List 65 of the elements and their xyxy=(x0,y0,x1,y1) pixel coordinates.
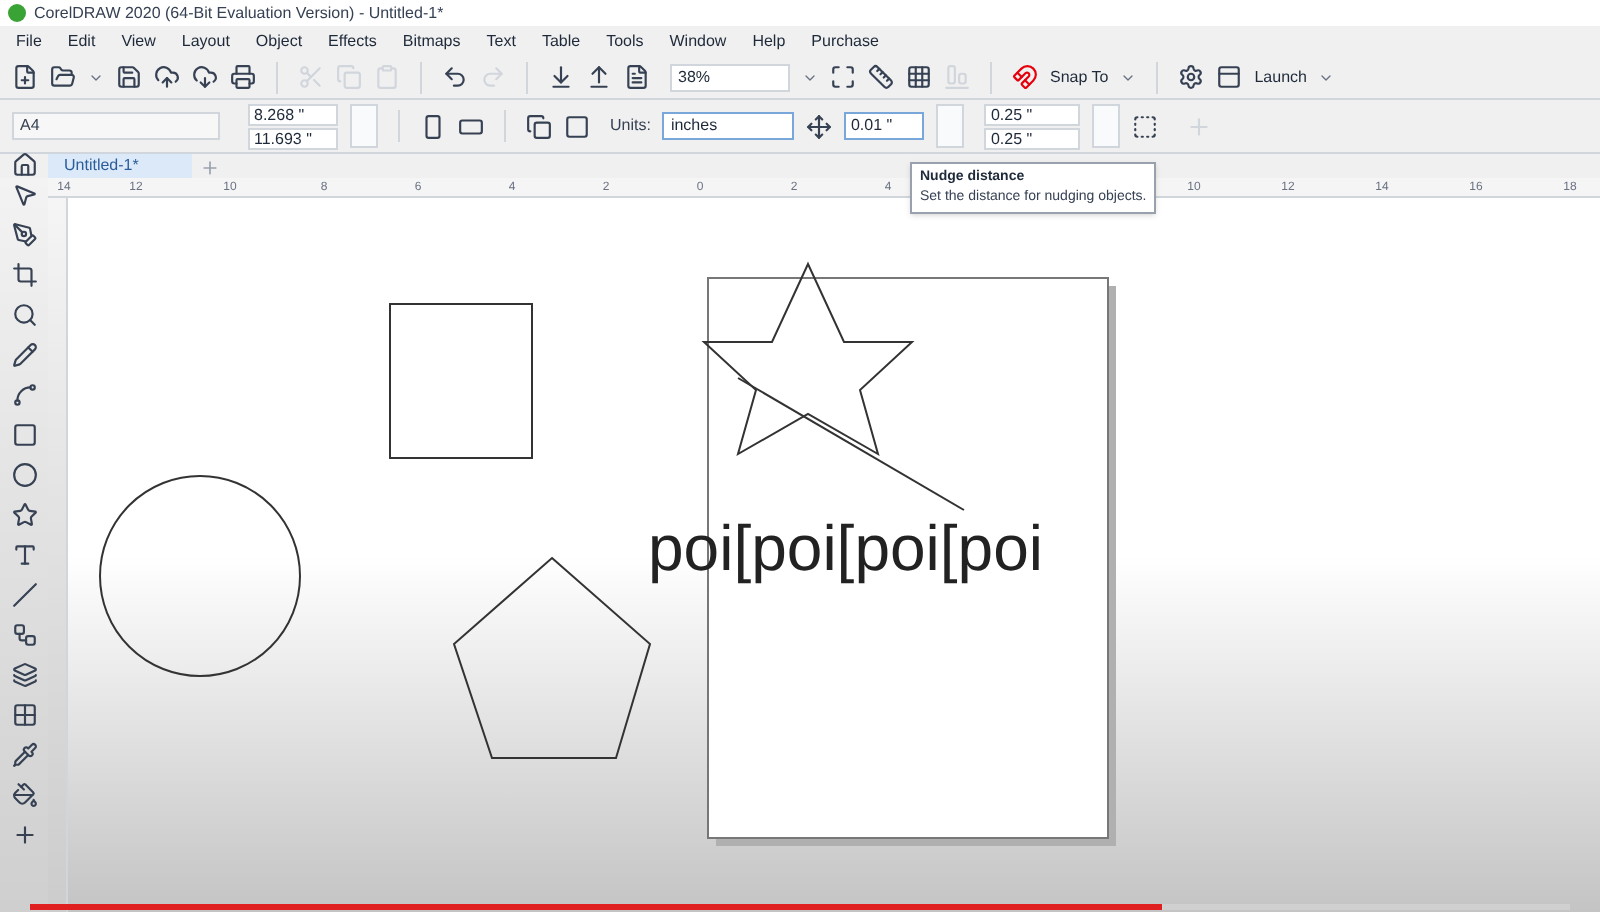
crop-icon[interactable] xyxy=(11,262,37,288)
open-folder-icon[interactable] xyxy=(50,64,76,90)
new-document-icon[interactable] xyxy=(12,64,38,90)
launch-icon[interactable] xyxy=(1216,64,1243,90)
menu-item[interactable]: Table xyxy=(541,29,581,53)
undo-icon[interactable] xyxy=(442,64,468,90)
launch-button[interactable]: Launch xyxy=(1254,65,1307,89)
text-icon[interactable] xyxy=(11,542,37,568)
landscape-icon[interactable] xyxy=(458,113,484,139)
add-icon[interactable] xyxy=(11,822,37,848)
menu-item[interactable]: Layout xyxy=(181,29,230,53)
rectangle-icon[interactable] xyxy=(11,422,37,448)
save-icon[interactable] xyxy=(116,64,142,90)
snap-icon[interactable] xyxy=(1012,64,1038,90)
star-icon[interactable] xyxy=(11,502,37,528)
height-field[interactable]: 11.693 " xyxy=(248,127,338,149)
nudge-field[interactable]: 0.01 " xyxy=(844,112,925,140)
menu-item[interactable]: Object xyxy=(255,29,303,53)
menu-item[interactable]: Effects xyxy=(328,29,377,53)
menu-item[interactable]: Tools xyxy=(606,29,644,53)
import-icon[interactable] xyxy=(548,64,574,90)
pointer-icon[interactable] xyxy=(11,182,37,208)
menu-item[interactable]: Edit xyxy=(67,29,96,53)
menu-item[interactable]: Bitmaps xyxy=(402,29,461,53)
menu-item[interactable]: Help xyxy=(752,29,786,53)
full-screen-icon[interactable] xyxy=(830,64,856,90)
menu-item[interactable]: Text xyxy=(486,29,516,53)
pdf-icon[interactable] xyxy=(624,64,650,90)
snap-to-button[interactable]: Snap To xyxy=(1050,65,1109,89)
home-icon[interactable] xyxy=(11,152,37,178)
ellipse-icon[interactable] xyxy=(11,462,37,488)
eyedropper-icon[interactable] xyxy=(11,742,37,768)
zoom-field[interactable]: 38% xyxy=(670,63,790,91)
page-border-icon[interactable] xyxy=(1132,113,1159,139)
page-size-dropdown[interactable]: A4 xyxy=(12,112,220,140)
nudge-icon[interactable] xyxy=(806,113,833,139)
width-field[interactable]: 8.268 " xyxy=(248,103,338,125)
shape-edit-icon[interactable] xyxy=(11,222,37,248)
freehand-icon[interactable] xyxy=(11,342,37,368)
zoom-icon[interactable] xyxy=(11,302,37,328)
menu-item[interactable]: Purchase xyxy=(811,29,879,53)
units-label: Units: xyxy=(610,114,651,138)
fill-icon[interactable] xyxy=(11,782,37,808)
window-title: CorelDRAW 2020 (64-Bit Evaluation Version) - Untitled-1* xyxy=(34,1,444,25)
menu-item[interactable]: Window xyxy=(669,29,727,53)
units-dropdown[interactable]: inches xyxy=(662,112,795,140)
app-logo-icon xyxy=(8,4,26,22)
menu-item[interactable]: File xyxy=(16,29,42,53)
checker-icon[interactable] xyxy=(11,702,37,728)
curve-icon[interactable] xyxy=(11,382,37,408)
duplicate-y-field[interactable]: 0.25 " xyxy=(984,127,1081,149)
line-icon[interactable] xyxy=(11,582,37,608)
document-tab[interactable]: Untitled-1* xyxy=(48,154,192,178)
portrait-icon[interactable] xyxy=(420,113,446,139)
connector-icon[interactable] xyxy=(11,622,37,648)
settings-icon[interactable] xyxy=(1178,64,1205,90)
duplicate-x-field[interactable]: 0.25 " xyxy=(984,103,1081,125)
cloud-download-icon[interactable] xyxy=(192,64,218,90)
menu-item[interactable]: View xyxy=(121,29,156,53)
cloud-upload-icon[interactable] xyxy=(154,64,180,90)
rulers-icon[interactable] xyxy=(868,64,894,90)
grid-icon[interactable] xyxy=(906,64,932,90)
print-icon[interactable] xyxy=(230,64,256,90)
export-icon[interactable] xyxy=(586,64,612,90)
current-page-icon[interactable] xyxy=(564,113,590,139)
